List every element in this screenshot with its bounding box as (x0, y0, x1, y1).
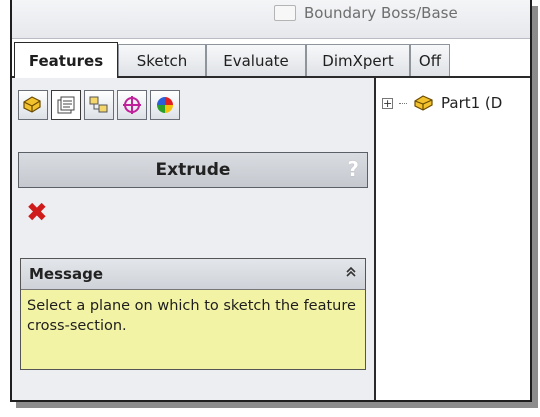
property-manager-title: Extrude ? (18, 152, 368, 188)
manager-tabs (18, 90, 180, 120)
property-manager-tab[interactable] (51, 90, 81, 120)
tab-sketch[interactable]: Sketch (118, 44, 206, 76)
message-group: Message Select a plane on which to sketc… (20, 258, 366, 370)
configuration-manager-icon (89, 96, 108, 113)
tab-office[interactable]: Off (410, 44, 450, 76)
double-chevron-up-icon (346, 266, 356, 277)
boundary-boss-label: Boundary Boss/Base (304, 4, 458, 22)
feature-manager-icon (23, 96, 41, 113)
feature-manager-tab[interactable] (18, 90, 48, 120)
command-ribbon: Boundary Boss/Base (12, 0, 530, 39)
solidworks-window: Boundary Boss/Base Features Sketch Evalu… (10, 0, 532, 402)
property-manager-panel: Extrude ? ✖ Message Select a plane on wh… (12, 78, 376, 400)
display-manager-tab[interactable] (150, 90, 180, 120)
command-manager-tabs: Features Sketch Evaluate DimXpert Off (12, 42, 530, 78)
message-header-label: Message (29, 265, 103, 283)
part1-label: Part1 (D (441, 94, 503, 112)
feature-tree-panel: + Part1 (D (376, 78, 530, 400)
configuration-manager-tab[interactable] (84, 90, 114, 120)
dimxpert-manager-icon (123, 96, 141, 114)
help-icon[interactable]: ? (347, 157, 359, 181)
property-manager-icon (57, 96, 75, 114)
dimxpert-manager-tab[interactable] (117, 90, 147, 120)
collapse-icon[interactable] (345, 266, 357, 282)
extrude-title: Extrude (155, 160, 231, 180)
tree-connector (399, 102, 407, 104)
tab-dimxpert[interactable]: DimXpert (306, 44, 410, 76)
boundary-boss-base-command[interactable]: Boundary Boss/Base (274, 2, 458, 24)
cancel-icon[interactable]: ✖ (26, 200, 52, 226)
message-header[interactable]: Message (21, 259, 365, 290)
expand-icon[interactable]: + (382, 97, 393, 109)
display-manager-icon (157, 97, 173, 113)
tab-features[interactable]: Features (14, 42, 118, 78)
tab-evaluate[interactable]: Evaluate (206, 44, 306, 76)
message-text: Select a plane on which to sketch the fe… (27, 298, 356, 334)
tree-item-part1[interactable]: + Part1 (D (382, 94, 502, 112)
boundary-boss-icon (274, 5, 296, 21)
part-icon (414, 95, 433, 111)
